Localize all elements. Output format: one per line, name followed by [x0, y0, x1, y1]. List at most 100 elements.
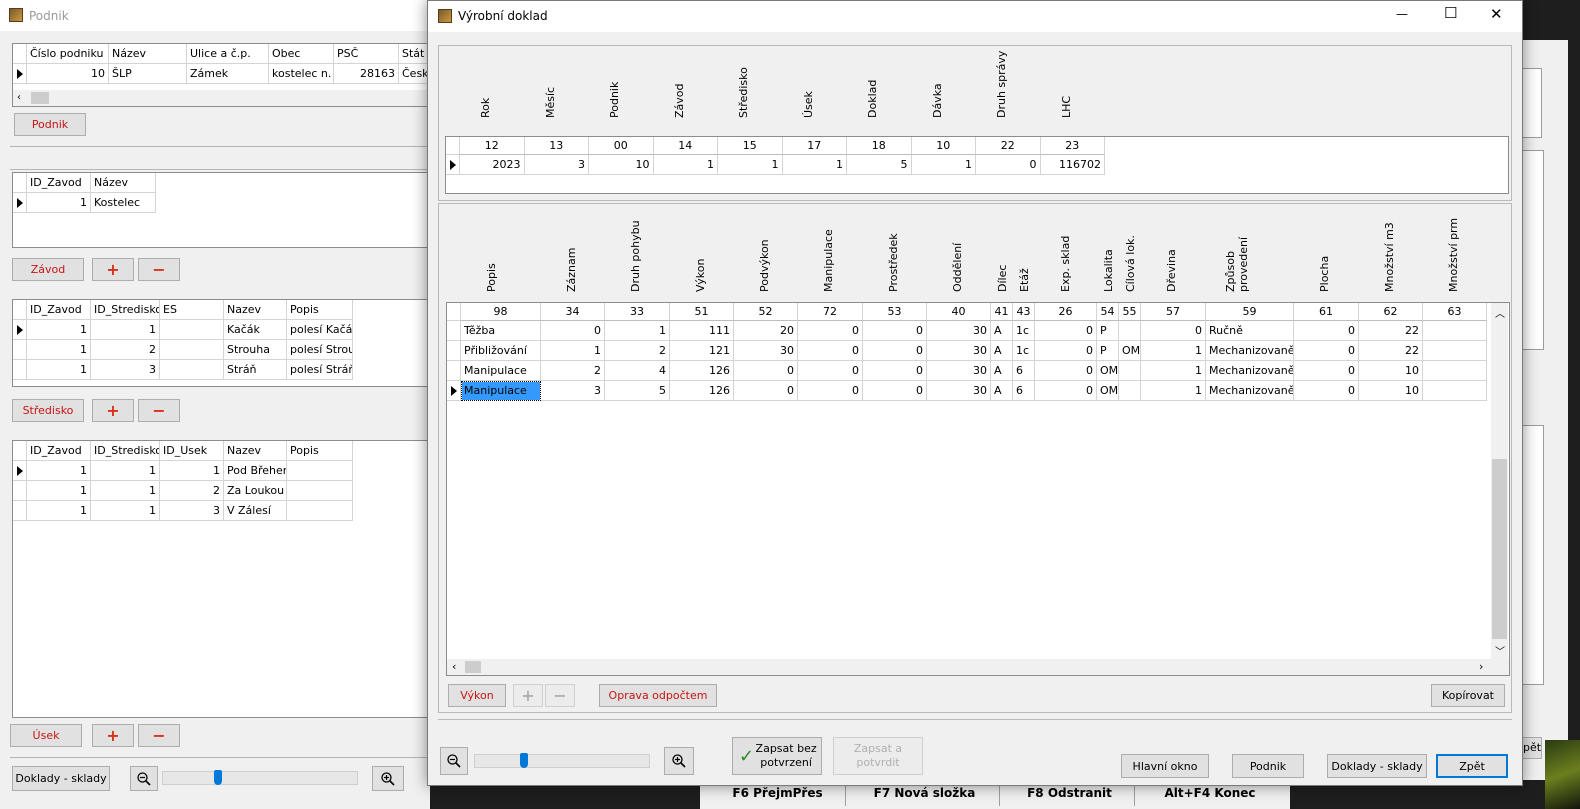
table-cell[interactable]	[287, 481, 353, 501]
zoom-in-button[interactable]	[664, 747, 694, 775]
table-cell[interactable]	[1423, 341, 1487, 361]
table-cell[interactable]: 10	[27, 64, 109, 84]
table-cell[interactable]: polesí Kačák	[287, 320, 353, 340]
close-icon[interactable]: ✕	[1490, 5, 1503, 23]
kopirovat-button[interactable]: Kopírovat	[1431, 684, 1505, 707]
doklady-sklady-button[interactable]: Doklady - sklady	[1327, 754, 1427, 778]
scroll-thumb[interactable]	[31, 92, 49, 104]
zoom-out-button[interactable]	[440, 747, 468, 775]
table-cell[interactable]: 22	[1359, 341, 1423, 361]
table-cell[interactable]: Ručně	[1206, 321, 1294, 341]
table-cell[interactable]: A	[991, 361, 1013, 381]
table-cell[interactable]: 1c	[1013, 321, 1035, 341]
table-cell[interactable]	[287, 461, 353, 481]
table-cell[interactable]: 2	[541, 361, 605, 381]
table-cell[interactable]: 30	[927, 361, 991, 381]
f8-key[interactable]: F8 Odstranit	[1005, 786, 1135, 806]
table-cell[interactable]: 121	[670, 341, 734, 361]
row-selector[interactable]	[447, 381, 461, 401]
table-cell[interactable]: 20	[734, 321, 798, 341]
table-cell[interactable]: 0	[863, 321, 927, 341]
zavod-button[interactable]: Závod	[12, 258, 84, 281]
column-code[interactable]: 15	[718, 137, 783, 155]
horizontal-scrollbar[interactable]: ‹	[13, 90, 431, 106]
hlavni-okno-button[interactable]: Hlavní okno	[1121, 754, 1209, 778]
podnik-button[interactable]: Podnik	[14, 113, 86, 136]
table-cell[interactable]: Mechanizovaně	[1206, 361, 1294, 381]
column-code[interactable]: 26	[1035, 303, 1097, 321]
table-cell[interactable]: Za Loukou	[224, 481, 287, 501]
table-cell[interactable]: 1	[911, 155, 976, 175]
table-cell[interactable]: 1	[782, 155, 847, 175]
table-cell[interactable]: Mechanizovaně	[1206, 381, 1294, 401]
scroll-up-icon[interactable]: ︿	[1495, 305, 1505, 320]
table-cell[interactable]: 1	[605, 321, 670, 341]
scroll-thumb[interactable]	[465, 661, 481, 673]
table-cell[interactable]: 1	[718, 155, 783, 175]
table-cell[interactable]: 0	[798, 341, 863, 361]
table-cell[interactable]: 1	[27, 481, 91, 501]
table-cell[interactable]	[287, 501, 353, 521]
scroll-left-icon[interactable]: ‹	[452, 660, 456, 673]
row-selector[interactable]	[13, 64, 27, 84]
podnik-grid[interactable]: Číslo podniku Název Ulice a č.p. Obec PS…	[12, 43, 439, 107]
table-cell[interactable]: 10	[589, 155, 654, 175]
column-code[interactable]: 23	[1040, 137, 1105, 155]
doklady-sklady-button[interactable]: Doklady - sklady	[12, 766, 110, 791]
table-cell[interactable]	[1423, 321, 1487, 341]
table-cell[interactable]: OM	[1119, 341, 1141, 361]
column-code[interactable]: 57	[1141, 303, 1206, 321]
zoom-slider[interactable]	[162, 771, 358, 785]
col-header[interactable]: Ulice a č.p.	[187, 44, 269, 64]
table-cell[interactable]: Manipulace	[461, 381, 541, 401]
table-cell[interactable]: Těžba	[461, 321, 541, 341]
column-code[interactable]: 54	[1097, 303, 1119, 321]
table-cell[interactable]: 0	[976, 155, 1041, 175]
column-code[interactable]: 40	[927, 303, 991, 321]
table-cell[interactable]: 1	[91, 461, 160, 481]
table-cell[interactable]: 0	[1035, 321, 1097, 341]
table-cell[interactable]: 1	[1141, 381, 1206, 401]
row-selector[interactable]	[447, 361, 461, 381]
table-cell[interactable]: 1	[91, 481, 160, 501]
table-cell[interactable]: kostelec n. Č	[269, 64, 334, 84]
table-cell[interactable]: 30	[734, 341, 798, 361]
col-header[interactable]: Popis	[287, 300, 353, 320]
table-cell[interactable]: 0	[1294, 361, 1359, 381]
table-cell[interactable]	[160, 360, 224, 380]
zoom-slider-thumb[interactable]	[520, 753, 528, 768]
column-code[interactable]: 22	[976, 137, 1041, 155]
usek-grid[interactable]: ID_Zavod ID_Stredisko ID_Usek Nazev Popi…	[12, 440, 430, 718]
col-header[interactable]: Obec	[269, 44, 334, 64]
col-header[interactable]: ID_Zavod	[27, 173, 91, 193]
table-cell[interactable]: P	[1097, 341, 1119, 361]
col-header[interactable]: Číslo podniku	[27, 44, 109, 64]
table-cell[interactable]: 1	[27, 193, 91, 213]
table-cell[interactable]: 0	[863, 341, 927, 361]
table-cell[interactable]: Kostelec	[91, 193, 156, 213]
oprava-odpoctem-button[interactable]: Oprava odpočtem	[599, 684, 717, 707]
row-selector[interactable]	[447, 341, 461, 361]
row-selector[interactable]	[13, 360, 27, 380]
table-cell[interactable]: 0	[1294, 341, 1359, 361]
col-header[interactable]: ES	[160, 300, 224, 320]
vertical-scrollbar[interactable]: ︿ ﹀	[1491, 303, 1508, 659]
column-code[interactable]: 18	[847, 137, 912, 155]
table-cell[interactable]: 6	[1013, 361, 1035, 381]
table-cell[interactable]: 0	[863, 361, 927, 381]
row-selector[interactable]	[447, 303, 461, 321]
row-selector[interactable]	[13, 461, 27, 481]
column-code[interactable]: 00	[589, 137, 654, 155]
table-cell[interactable]: 5	[847, 155, 912, 175]
table-cell[interactable]: ŠLP	[109, 64, 187, 84]
table-cell[interactable]: 1	[91, 320, 160, 340]
table-cell[interactable]: 5	[605, 381, 670, 401]
table-cell[interactable]: 2	[605, 341, 670, 361]
table-cell[interactable]: Přibližování	[461, 341, 541, 361]
table-cell[interactable]: 1	[27, 461, 91, 481]
table-cell[interactable]: 111	[670, 321, 734, 341]
table-cell[interactable]: A	[991, 321, 1013, 341]
table-cell[interactable]: 0	[1294, 321, 1359, 341]
table-cell[interactable]: 1	[1141, 361, 1206, 381]
column-code[interactable]: 59	[1206, 303, 1294, 321]
